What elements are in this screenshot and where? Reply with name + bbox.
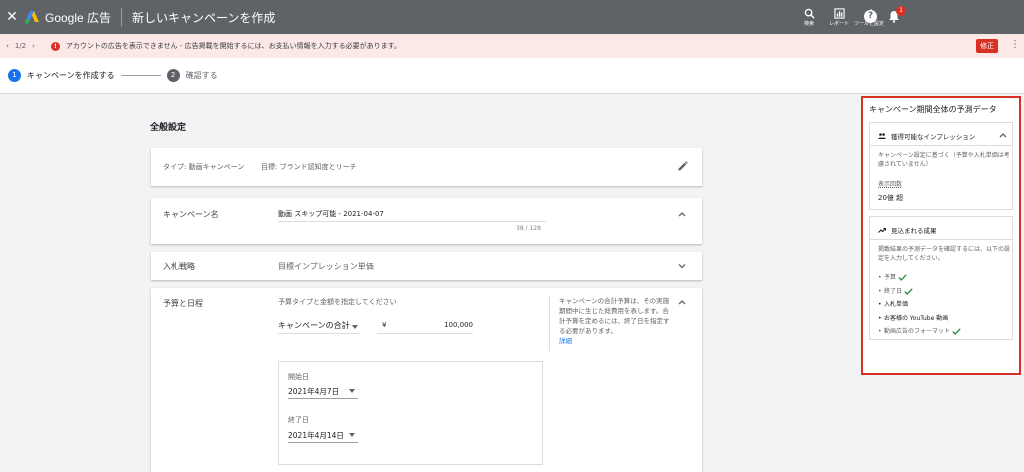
chevron-up-icon[interactable]	[677, 297, 687, 307]
list-item: 入札単価	[878, 298, 961, 312]
divider	[870, 145, 1012, 146]
step-review[interactable]: 2 確認する	[166, 69, 218, 82]
brand-name: Google 広告	[45, 10, 112, 25]
forecast-panel: キャンペーン期間全体の予測データ 獲得可能なインプレッション キャンペーン設定に…	[861, 96, 1021, 375]
campaign-stepper: 1 キャンペーンを作成する 2 確認する	[0, 58, 1024, 94]
currency-symbol: ¥	[382, 321, 387, 329]
list-item: お客様の YouTube 動画	[878, 312, 961, 326]
step-label: キャンペーンを作成する	[27, 71, 115, 80]
people-icon	[878, 133, 886, 139]
account-alert-bar: ‹ 1/2 › ! アカウントの広告を表示できません - 広告掲載を開始するには…	[0, 34, 1024, 58]
end-date-underline	[288, 442, 358, 443]
end-date-select[interactable]: 2021年4月14日	[288, 430, 344, 441]
impressions-label: 表示回数	[878, 181, 903, 188]
forecast-requirements-list: 予算 終了日 入札単価 お客様の YouTube 動画 動画広告のフォーマット	[878, 271, 961, 339]
search-button[interactable]: 検索	[794, 8, 824, 27]
fix-button[interactable]: 修正	[976, 39, 998, 53]
prev-alert-icon[interactable]: ‹	[6, 42, 9, 50]
reports-label: レポート	[828, 20, 849, 27]
results-header-label: 見込まれる成果	[891, 227, 937, 235]
dropdown-arrow-icon	[352, 325, 358, 329]
start-date-select[interactable]: 2021年4月7日	[288, 386, 339, 397]
results-header: 見込まれる成果	[878, 225, 937, 235]
page-title: 新しいキャンペーンを作成	[132, 10, 276, 25]
forecast-title: キャンペーン期間全体の予測データ	[869, 105, 997, 114]
campaign-type-card: タイプ: 動画キャンペーン 目標: ブランド認知度とリーチ	[151, 148, 702, 186]
notification-badge: 1	[896, 6, 906, 16]
account-area[interactable]	[915, 10, 1015, 24]
list-item: 終了日	[878, 285, 961, 299]
impressions-value: 20億 超	[878, 194, 904, 202]
impressions-header[interactable]: 獲得可能なインプレッション	[878, 131, 975, 141]
char-counter: 38 / 128	[516, 225, 541, 232]
impressions-card: 獲得可能なインプレッション キャンペーン設定に基づく（予算や入札単価は考慮されて…	[869, 122, 1013, 210]
budget-label: 予算と日程	[163, 299, 203, 308]
campaign-type: タイプ: 動画キャンペーン	[163, 163, 245, 171]
check-icon	[952, 328, 961, 336]
step-number: 1	[8, 69, 21, 82]
close-icon[interactable]: ✕	[3, 0, 21, 34]
budget-help-body: キャンペーンの合計予算は、その実施期間中に生じた総費用を表します。合計予算を定め…	[559, 297, 670, 335]
alert-message: アカウントの広告を表示できません - 広告掲載を開始するには、お支払い情報を入力…	[65, 42, 401, 50]
budget-type-value: キャンペーンの合計	[278, 321, 350, 330]
search-label: 検索	[803, 20, 814, 27]
bar-chart-icon	[833, 7, 845, 19]
bidding-value: 目標インプレッション単価	[278, 262, 374, 271]
step-number: 2	[166, 69, 180, 82]
step-label: 確認する	[185, 71, 218, 80]
schedule-box: 開始日 2021年4月7日 終了日 2021年4月14日	[278, 361, 543, 465]
error-icon: !	[50, 41, 60, 51]
reports-button[interactable]: レポート	[824, 7, 854, 27]
start-date-underline	[288, 398, 358, 399]
budget-type-select[interactable]: キャンペーンの合計	[278, 320, 360, 334]
help-icon[interactable]: ?	[864, 10, 877, 23]
top-app-bar: ✕ Google 広告 新しいキャンペーンを作成 検索 レポート ツールと設定 …	[0, 0, 1024, 34]
google-ads-logo[interactable]: Google 広告	[24, 9, 111, 26]
expected-results-card: 見込まれる成果 掲載結果の予測データを確認するには、以下の設定を入力してください…	[869, 216, 1013, 340]
google-ads-logo-icon	[24, 11, 39, 24]
chevron-up-icon[interactable]	[998, 130, 1008, 140]
vertical-divider	[549, 296, 550, 351]
dropdown-arrow-icon[interactable]	[349, 389, 355, 393]
alert-pager: ‹ 1/2 ›	[6, 42, 41, 50]
divider	[870, 239, 1012, 240]
check-icon	[904, 288, 913, 295]
results-note: 掲載結果の予測データを確認するには、以下の設定を入力してください。	[878, 246, 1011, 262]
campaign-name-card: キャンペーン名 動画 スキップ可能 - 2021-04-07 38 / 128	[151, 198, 702, 244]
budget-amount-value: 100,000	[444, 321, 473, 329]
next-alert-icon[interactable]: ›	[32, 42, 35, 50]
budget-prompt: 予算タイプと金額を指定してください	[278, 298, 397, 306]
end-date-label: 終了日	[288, 416, 309, 424]
bidding-card[interactable]: 入札戦略 目標インプレッション単価	[151, 252, 702, 280]
pencil-icon	[678, 161, 688, 171]
chevron-down-icon[interactable]	[677, 261, 687, 271]
campaign-name-input[interactable]: 動画 スキップ可能 - 2021-04-07	[278, 209, 384, 219]
learn-more-link[interactable]: 詳細	[559, 337, 572, 345]
edit-button[interactable]	[677, 160, 689, 172]
chevron-up-icon[interactable]	[677, 209, 687, 219]
trending-up-icon	[878, 227, 886, 233]
more-vert-icon[interactable]: ⋮	[1010, 40, 1020, 50]
budget-help-text: キャンペーンの合計予算は、その実施期間中に生じた総費用を表します。合計予算を定め…	[559, 296, 671, 346]
campaign-goal: 目標: ブランド認知度とリーチ	[261, 163, 357, 171]
dropdown-arrow-icon[interactable]	[349, 433, 355, 437]
search-icon	[804, 8, 815, 19]
title-divider	[121, 8, 123, 26]
budget-schedule-card: 予算と日程 予算タイプと金額を指定してください キャンペーンの合計 ¥ 100,…	[151, 288, 702, 472]
step-create-campaign[interactable]: 1 キャンペーンを作成する	[8, 69, 115, 82]
section-title: 全般設定	[150, 123, 187, 133]
bidding-label: 入札戦略	[163, 262, 195, 271]
list-item: 動画広告のフォーマット	[878, 325, 961, 339]
step-connector	[120, 75, 161, 76]
campaign-name-underline	[278, 221, 546, 222]
check-icon	[898, 274, 907, 282]
campaign-name-label: キャンペーン名	[163, 210, 219, 219]
alert-pager-count: 1/2	[14, 42, 27, 50]
start-date-label: 開始日	[288, 373, 309, 381]
impressions-header-label: 獲得可能なインプレッション	[891, 133, 976, 141]
impressions-note: キャンペーン設定に基づく（予算や入札単価は考慮されていません）	[878, 152, 1010, 168]
budget-amount-input[interactable]: ¥ 100,000	[377, 320, 473, 334]
list-item: 予算	[878, 271, 961, 285]
